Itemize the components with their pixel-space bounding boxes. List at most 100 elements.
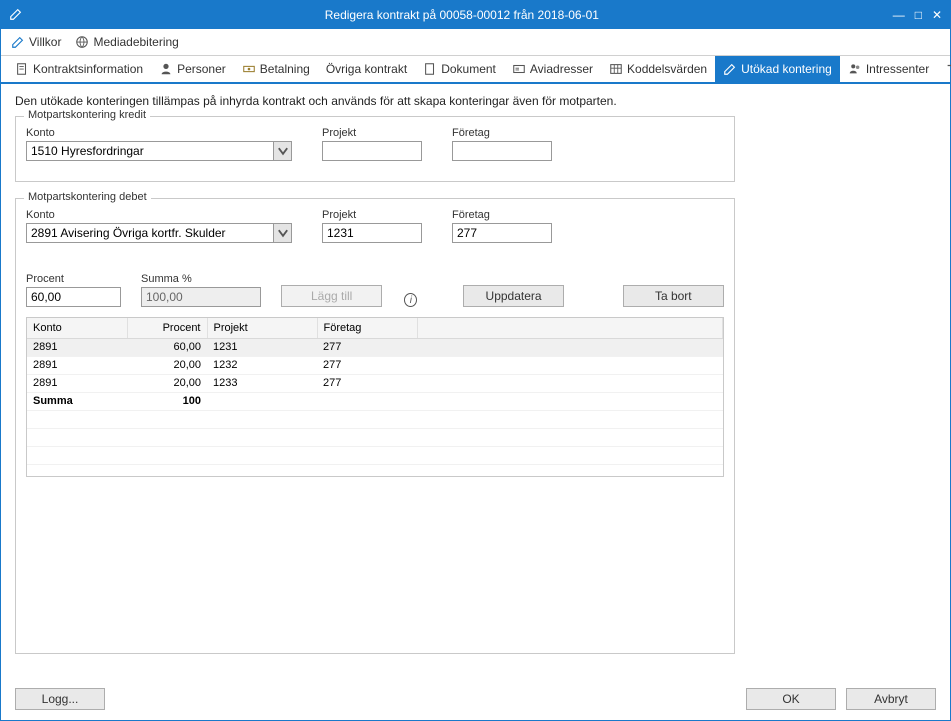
table-row[interactable]: 2891 20,00 1232 277 — [27, 356, 723, 374]
tab-betalning[interactable]: Betalning — [234, 56, 318, 82]
minimize-button[interactable]: — — [893, 8, 905, 22]
tab-label: Personer — [177, 62, 226, 76]
log-button[interactable]: Logg... — [15, 688, 105, 710]
globe-icon — [75, 35, 89, 49]
cell-projekt: 1233 — [207, 374, 317, 392]
remove-button[interactable]: Ta bort — [623, 285, 724, 307]
col-konto[interactable]: Konto — [27, 318, 127, 338]
tab-ovriga-kontrakt[interactable]: Övriga kontrakt — [318, 56, 415, 82]
people-icon — [848, 62, 862, 76]
tab-beskrivningar[interactable]: Beskrivningar — [937, 56, 951, 82]
cell-procent: 60,00 — [127, 338, 207, 356]
col-projekt[interactable]: Projekt — [207, 318, 317, 338]
tab-label: Dokument — [441, 62, 496, 76]
tab-utokad-kontering[interactable]: Utökad kontering — [715, 56, 840, 82]
kredit-foretag-input[interactable] — [452, 141, 552, 161]
debet-konto-label: Konto — [26, 209, 292, 221]
tab-kontraktsinformation[interactable]: Kontraktsinformation — [7, 56, 151, 82]
cell-sum-value: 100 — [127, 392, 207, 410]
tab-personer[interactable]: Personer — [151, 56, 234, 82]
mediadebitering-button[interactable]: Mediadebitering — [75, 35, 178, 49]
tab-bar: Kontraktsinformation Personer Betalning … — [1, 56, 950, 84]
tab-intressenter[interactable]: Intressenter — [840, 56, 937, 82]
cell-konto: 2891 — [27, 338, 127, 356]
tab-label: Aviadresser — [530, 62, 593, 76]
allocation-table-wrap: Konto Procent Projekt Företag 2891 60,00… — [26, 317, 724, 477]
document-icon — [15, 62, 29, 76]
table-row[interactable]: 2891 20,00 1233 277 — [27, 374, 723, 392]
tab-label: Koddelsvärden — [627, 62, 707, 76]
cell-konto: 2891 — [27, 356, 127, 374]
main-window: Redigera kontrakt på 00058-00012 från 20… — [0, 0, 951, 721]
money-icon — [242, 62, 256, 76]
dropdown-toggle[interactable] — [274, 141, 292, 161]
edit-icon — [9, 7, 25, 23]
col-blank — [417, 318, 723, 338]
description-text: Den utökade konteringen tillämpas på inh… — [15, 92, 936, 116]
debet-projekt-input[interactable] — [322, 223, 422, 243]
cancel-button[interactable]: Avbryt — [846, 688, 936, 710]
dropdown-toggle[interactable] — [274, 223, 292, 243]
mediadebitering-label: Mediadebitering — [93, 35, 178, 49]
debet-legend: Motpartskontering debet — [24, 191, 151, 203]
edit-icon — [11, 35, 25, 49]
tab-label: Intressenter — [866, 62, 929, 76]
tab-aviadresser[interactable]: Aviadresser — [504, 56, 601, 82]
tab-label: Övriga kontrakt — [326, 62, 407, 76]
chevron-down-icon — [276, 144, 290, 158]
window-title: Redigera kontrakt på 00058-00012 från 20… — [31, 8, 893, 22]
cell-projekt: 1232 — [207, 356, 317, 374]
kredit-projekt-input[interactable] — [322, 141, 422, 161]
add-button: Lägg till — [281, 285, 382, 307]
top-toolbar: Villkor Mediadebitering — [1, 29, 950, 56]
edit-icon — [723, 62, 737, 76]
procent-label: Procent — [26, 273, 121, 285]
tab-label: Kontraktsinformation — [33, 62, 143, 76]
kredit-projekt-label: Projekt — [322, 127, 422, 139]
kredit-legend: Motpartskontering kredit — [24, 109, 150, 121]
cell-sum-label: Summa — [27, 392, 127, 410]
maximize-button[interactable]: □ — [915, 8, 922, 22]
cell-procent: 20,00 — [127, 356, 207, 374]
close-button[interactable]: ✕ — [932, 8, 942, 22]
col-procent[interactable]: Procent — [127, 318, 207, 338]
cell-foretag: 277 — [317, 374, 417, 392]
procent-input[interactable] — [26, 287, 121, 307]
grid-icon — [609, 62, 623, 76]
info-icon[interactable]: i — [404, 293, 417, 307]
villkor-button[interactable]: Villkor — [11, 35, 61, 49]
tab-dokument[interactable]: Dokument — [415, 56, 504, 82]
person-icon — [159, 62, 173, 76]
kredit-konto-input[interactable] — [26, 141, 274, 161]
debet-konto-input[interactable] — [26, 223, 274, 243]
titlebar: Redigera kontrakt på 00058-00012 från 20… — [1, 1, 950, 29]
footer: Logg... OK Avbryt — [1, 678, 950, 720]
kredit-konto-label: Konto — [26, 127, 292, 139]
debet-projekt-label: Projekt — [322, 209, 422, 221]
debet-foretag-input[interactable] — [452, 223, 552, 243]
debet-foretag-label: Företag — [452, 209, 552, 221]
address-icon — [512, 62, 526, 76]
cell-projekt: 1231 — [207, 338, 317, 356]
table-row[interactable]: 2891 60,00 1231 277 — [27, 338, 723, 356]
cell-foretag: 277 — [317, 356, 417, 374]
kredit-foretag-label: Företag — [452, 127, 552, 139]
summa-input — [141, 287, 261, 307]
debet-fieldset: Motpartskontering debet Konto Projekt Fö… — [15, 198, 735, 654]
tab-koddelsvarden[interactable]: Koddelsvärden — [601, 56, 715, 82]
ok-button[interactable]: OK — [746, 688, 836, 710]
cell-foretag: 277 — [317, 338, 417, 356]
update-button[interactable]: Uppdatera — [463, 285, 564, 307]
villkor-label: Villkor — [29, 35, 61, 49]
document-icon — [423, 62, 437, 76]
content-area: Den utökade konteringen tillämpas på inh… — [1, 84, 950, 678]
col-foretag[interactable]: Företag — [317, 318, 417, 338]
tab-label: Betalning — [260, 62, 310, 76]
cell-konto: 2891 — [27, 374, 127, 392]
window-buttons: — □ ✕ — [893, 8, 942, 22]
allocation-table: Konto Procent Projekt Företag 2891 60,00… — [27, 318, 723, 465]
text-icon — [945, 62, 951, 76]
tab-label: Utökad kontering — [741, 62, 832, 76]
table-sum-row: Summa 100 — [27, 392, 723, 410]
cell-procent: 20,00 — [127, 374, 207, 392]
